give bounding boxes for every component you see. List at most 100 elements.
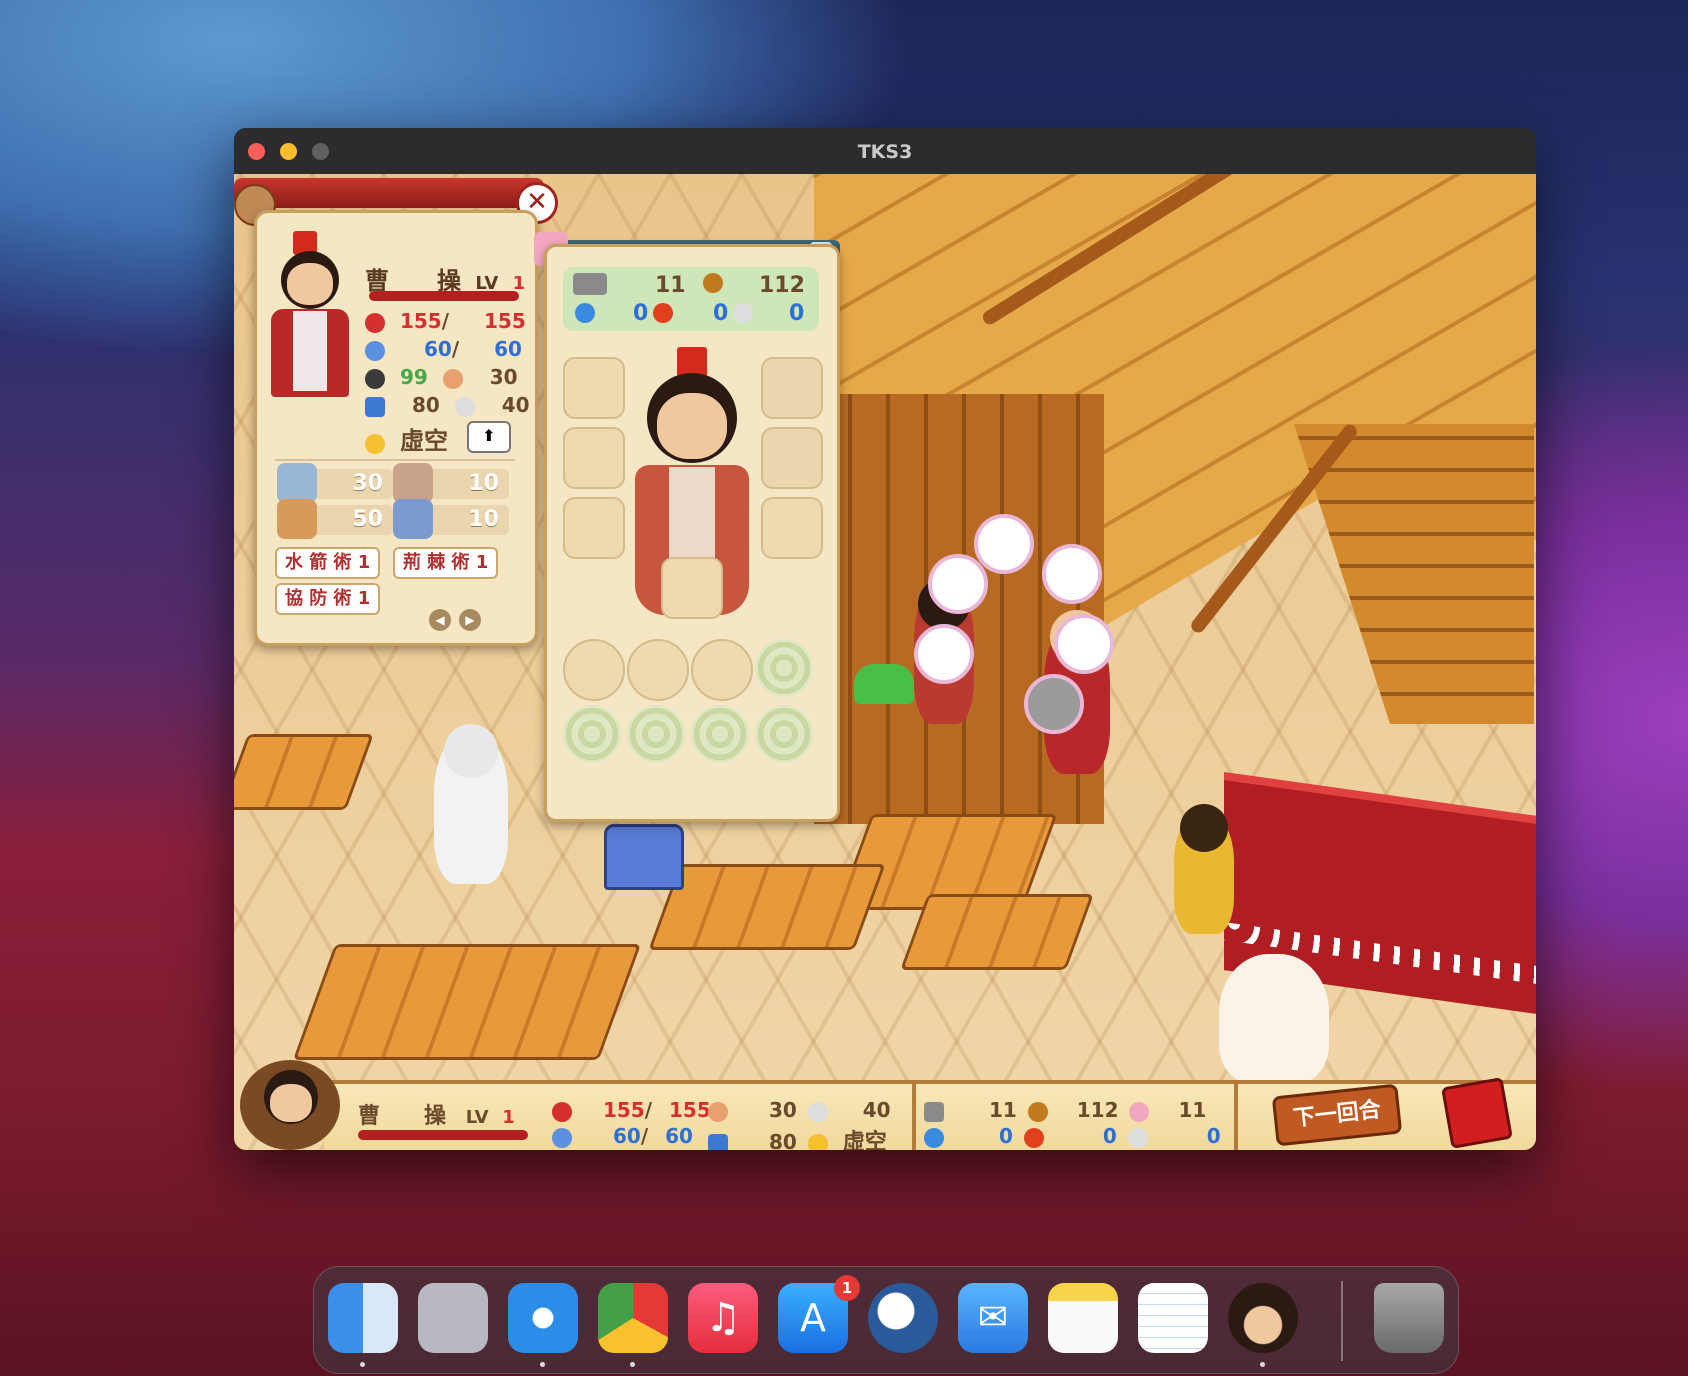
- water-icon: [575, 303, 595, 323]
- running-indicator: [360, 1362, 365, 1367]
- hud-hp-bar: [358, 1130, 528, 1140]
- bow-icon: [277, 499, 317, 539]
- art-defense[interactable]: 協 防 術 1: [275, 583, 381, 615]
- stat-row-1: 99 30: [365, 365, 518, 389]
- stat-d: 40: [501, 393, 530, 417]
- star-icon: [365, 433, 385, 454]
- mana-icon: [365, 340, 385, 361]
- action-boot-icon[interactable]: [1042, 544, 1102, 604]
- equip-atk: 11: [655, 273, 686, 298]
- equip-wind: 0: [789, 301, 805, 326]
- hud-spd: 80 虛空: [708, 1124, 887, 1150]
- wooden-table: [900, 894, 1094, 970]
- inventory-item-2[interactable]: [627, 639, 689, 701]
- finder-icon[interactable]: [328, 1283, 398, 1353]
- hud-portrait[interactable]: [240, 1060, 340, 1150]
- heart-icon: [365, 312, 385, 333]
- fist-icon: [442, 368, 463, 389]
- yellow-npc[interactable]: [1174, 804, 1234, 934]
- hp-bar: [369, 291, 519, 301]
- mace-skill: 10: [393, 499, 509, 539]
- action-pouch-icon[interactable]: [914, 624, 974, 684]
- notes-icon[interactable]: [1048, 1283, 1118, 1353]
- element-row: 虛空: [365, 421, 448, 456]
- trash-icon[interactable]: [1374, 1283, 1444, 1353]
- hud-agi-value: 40: [862, 1098, 891, 1122]
- wing-icon: [454, 396, 475, 417]
- bottom-hud: 曹 操 LV 1 155/ 155 60/ 60 30 40 80 虛空 11 …: [234, 1060, 1536, 1150]
- stat-b: 30: [489, 365, 518, 389]
- mp-max: 60: [494, 337, 522, 361]
- hat-slot[interactable]: [761, 427, 823, 489]
- spear-skill-value: 10: [468, 471, 499, 496]
- treasure-chest[interactable]: [604, 824, 684, 890]
- red-book-icon[interactable]: [1441, 1077, 1513, 1149]
- armor-slot[interactable]: [563, 427, 625, 489]
- hud-str-value: 30: [768, 1098, 797, 1122]
- game-icon[interactable]: [1228, 1283, 1298, 1353]
- boot-icon: [708, 1133, 728, 1150]
- helmet-slot[interactable]: [563, 357, 625, 419]
- hp-max: 155: [484, 309, 526, 333]
- gloves-slot[interactable]: [761, 497, 823, 559]
- weapon-slot[interactable]: [563, 497, 625, 559]
- safari-icon[interactable]: [508, 1283, 578, 1353]
- music-icon[interactable]: ♫: [688, 1283, 758, 1353]
- hud-hp: 155/ 155: [552, 1098, 711, 1122]
- window-title: TKS3: [857, 141, 913, 163]
- next-page-button[interactable]: ▶: [459, 609, 481, 631]
- hud-fire: 0: [1102, 1124, 1117, 1148]
- bow-skill-value: 50: [352, 507, 383, 532]
- tks-icon[interactable]: [868, 1283, 938, 1353]
- equip-water: 0: [633, 301, 649, 326]
- empty-slot[interactable]: [627, 705, 685, 763]
- empty-slot[interactable]: [755, 639, 813, 697]
- title-bar[interactable]: TKS3: [234, 128, 1536, 175]
- chrome-icon[interactable]: [598, 1283, 668, 1353]
- boots-slot[interactable]: [661, 557, 723, 619]
- mp-row: 60/ 60: [365, 337, 522, 361]
- bow-skill: 50: [277, 499, 393, 539]
- art-water-arrow[interactable]: 水 箭 術 1: [275, 547, 381, 579]
- equip-def: 112: [759, 273, 805, 298]
- npc-head: [1180, 804, 1228, 852]
- white-robed-npc[interactable]: [434, 724, 508, 884]
- element-value: 虛空: [399, 427, 448, 455]
- shield-icon: [1027, 1101, 1048, 1122]
- dock-separator: [1341, 1281, 1343, 1361]
- action-next-icon[interactable]: [1024, 674, 1084, 734]
- textedit-icon[interactable]: [1138, 1283, 1208, 1353]
- water-icon: [924, 1127, 944, 1148]
- equip-fire: 0: [713, 301, 729, 326]
- empty-slot[interactable]: [691, 705, 749, 763]
- mail-icon[interactable]: ✉: [958, 1283, 1028, 1353]
- hud-name: 曹 操 LV 1: [358, 1098, 515, 1130]
- mana-icon: [552, 1127, 572, 1148]
- inventory-item-1[interactable]: [563, 639, 625, 701]
- action-select-icon[interactable]: [974, 514, 1034, 574]
- necklace-slot[interactable]: [761, 357, 823, 419]
- hud-mp-value: 60: [612, 1124, 641, 1148]
- hud-atk-def: 11 112 11: [924, 1098, 1206, 1122]
- art-thorn[interactable]: 荊 棘 術 1: [393, 547, 499, 579]
- inventory-item-3[interactable]: [691, 639, 753, 701]
- game-scene[interactable]: ✕ 曹 操 LV 1 155/ 155 60/ 60 99 30 80 40 虛…: [234, 174, 1536, 1150]
- launchpad-icon[interactable]: [418, 1283, 488, 1353]
- prev-page-button[interactable]: ◀: [429, 609, 451, 631]
- hud-water: 0: [998, 1124, 1013, 1148]
- hud-spd-value: 80: [768, 1130, 797, 1150]
- action-bag-icon[interactable]: [928, 554, 988, 614]
- spear-icon: [393, 463, 433, 503]
- fire-icon: [1023, 1127, 1044, 1148]
- empty-slot[interactable]: [755, 705, 813, 763]
- stat-c: 80: [411, 393, 440, 417]
- target-icon: [365, 368, 385, 389]
- hud-element: 虛空: [842, 1130, 887, 1150]
- empty-slot[interactable]: [563, 705, 621, 763]
- character-panel: 曹 操 LV 1 155/ 155 60/ 60 99 30 80 40 虛空 …: [254, 210, 538, 646]
- upgrade-button[interactable]: ⬆: [467, 421, 511, 453]
- action-cleaver-icon[interactable]: [1054, 614, 1114, 674]
- hud-elements: 0 0 0: [924, 1124, 1221, 1148]
- hud-wind: 0: [1206, 1124, 1221, 1148]
- running-indicator: [1260, 1362, 1265, 1367]
